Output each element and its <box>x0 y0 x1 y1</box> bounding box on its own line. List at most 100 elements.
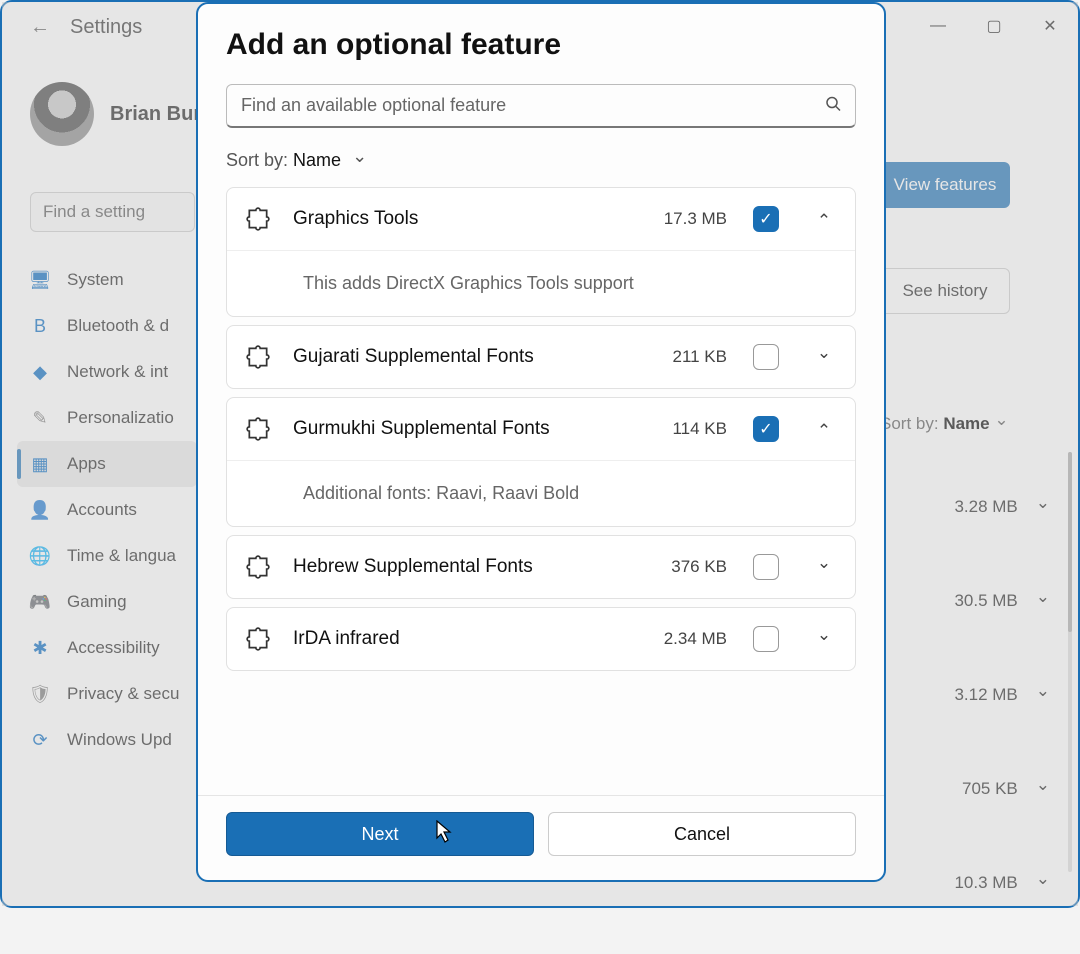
chevron-down-icon <box>1036 497 1050 517</box>
feature-size: 211 KB <box>672 347 727 367</box>
feature-checkbox[interactable] <box>753 554 779 580</box>
feature-description: Additional fonts: Raavi, Raavi Bold <box>227 460 855 526</box>
avatar[interactable] <box>30 82 94 146</box>
find-setting-placeholder: Find a setting <box>43 202 145 222</box>
sidebar-icon: ✱ <box>29 637 51 659</box>
window-controls: — ▢ ✕ <box>910 2 1078 50</box>
chevron-down-icon[interactable] <box>811 557 837 577</box>
cancel-button[interactable]: Cancel <box>548 812 856 856</box>
sidebar-icon: 🖥 <box>29 269 51 291</box>
feature-size: 3.12 MB <box>954 685 1017 705</box>
sidebar-icon: 👤 <box>29 499 51 521</box>
sidebar-icon: 🎮 <box>29 591 51 613</box>
sidebar-item[interactable]: ✎ Personalizatio <box>17 395 197 441</box>
chevron-down-icon <box>1036 779 1050 799</box>
sidebar-item-label: Windows Upd <box>67 730 172 750</box>
content-panel: View features See history Sort by: Name … <box>880 162 1050 954</box>
feature-checkbox[interactable]: ✓ <box>753 206 779 232</box>
chevron-down-icon <box>352 150 367 170</box>
sidebar-item[interactable]: 🎮 Gaming <box>17 579 197 625</box>
sidebar-item-label: Gaming <box>67 592 127 612</box>
feature-name: Hebrew Supplemental Fonts <box>293 556 649 578</box>
feature-size: 3.28 MB <box>954 497 1017 517</box>
search-icon <box>825 95 841 116</box>
installed-feature-row[interactable]: 705 KB <box>880 766 1050 812</box>
sidebar-item-label: Accounts <box>67 500 137 520</box>
puzzle-icon <box>245 626 271 652</box>
feature-row[interactable]: IrDA infrared 2.34 MB <box>227 608 855 670</box>
sidebar-item-label: Time & langua <box>67 546 176 566</box>
search-placeholder: Find an available optional feature <box>241 95 506 116</box>
sidebar-icon: 🛡 <box>29 683 51 705</box>
installed-feature-row[interactable]: 3.12 MB <box>880 672 1050 718</box>
installed-feature-row[interactable]: 3.28 MB <box>880 484 1050 530</box>
sidebar-item-label: Privacy & secu <box>67 684 179 704</box>
sidebar-item[interactable]: 🛡 Privacy & secu <box>17 671 197 717</box>
add-optional-feature-dialog: Add an optional feature Find an availabl… <box>196 2 886 882</box>
sidebar-item[interactable]: ◆Network & int <box>17 349 197 395</box>
sidebar-icon: B <box>29 315 51 337</box>
feature-card: IrDA infrared 2.34 MB <box>226 607 856 671</box>
minimize-button[interactable]: — <box>910 2 966 50</box>
feature-checkbox[interactable]: ✓ <box>753 416 779 442</box>
feature-size: 2.34 MB <box>664 629 727 649</box>
sort-control[interactable]: Sort by: Name <box>880 414 1050 434</box>
sidebar-item[interactable]: ⟳ Windows Upd <box>17 717 197 763</box>
find-setting-input[interactable]: Find a setting <box>30 192 195 232</box>
window-title: Settings <box>70 16 142 39</box>
feature-checkbox[interactable] <box>753 626 779 652</box>
puzzle-icon <box>245 344 271 370</box>
search-input[interactable]: Find an available optional feature <box>226 84 856 128</box>
feature-card: Gurmukhi Supplemental Fonts 114 KB ✓ Add… <box>226 397 856 527</box>
feature-size: 17.3 MB <box>664 209 727 229</box>
chevron-down-icon <box>1036 685 1050 705</box>
puzzle-icon <box>245 206 271 232</box>
chevron-down-icon[interactable] <box>811 629 837 649</box>
sidebar-item[interactable]: ✱ Accessibility <box>17 625 197 671</box>
chevron-up-icon[interactable] <box>811 209 837 229</box>
sidebar-icon: ◆ <box>29 361 51 383</box>
sidebar-item-label: System <box>67 270 124 290</box>
installed-feature-row[interactable]: 30.5 MB <box>880 578 1050 624</box>
scrollbar[interactable] <box>1068 452 1072 872</box>
feature-size: 30.5 MB <box>954 591 1017 611</box>
sidebar-item-label: Accessibility <box>67 638 160 658</box>
chevron-up-icon[interactable] <box>811 419 837 439</box>
puzzle-icon <box>245 554 271 580</box>
next-button[interactable]: Next <box>226 812 534 856</box>
see-history-button[interactable]: See history <box>880 268 1010 314</box>
sort-control[interactable]: Sort by: Name <box>226 150 856 171</box>
user-name: Brian Bur <box>110 103 201 126</box>
maximize-button[interactable]: ▢ <box>966 2 1022 50</box>
feature-name: IrDA infrared <box>293 628 642 650</box>
sidebar-item-label: Personalizatio <box>67 408 174 428</box>
installed-feature-row[interactable]: 10.3 MB <box>880 860 1050 906</box>
sidebar-item-label: Bluetooth & d <box>67 316 169 336</box>
chevron-down-icon[interactable] <box>811 347 837 367</box>
view-features-button[interactable]: View features <box>880 162 1010 208</box>
puzzle-icon <box>245 416 271 442</box>
feature-size: 10.3 MB <box>954 873 1017 893</box>
feature-list: Graphics Tools 17.3 MB ✓ This adds Direc… <box>226 187 856 795</box>
chevron-down-icon <box>1036 873 1050 893</box>
feature-row[interactable]: Graphics Tools 17.3 MB ✓ <box>227 188 855 250</box>
sidebar-icon: ⟳ <box>29 729 51 751</box>
close-button[interactable]: ✕ <box>1022 2 1078 50</box>
sidebar-item[interactable]: 🌐Time & langua <box>17 533 197 579</box>
feature-card: Graphics Tools 17.3 MB ✓ This adds Direc… <box>226 187 856 317</box>
sidebar-icon: ✎ <box>29 407 51 429</box>
feature-row[interactable]: Gujarati Supplemental Fonts 211 KB <box>227 326 855 388</box>
feature-card: Gujarati Supplemental Fonts 211 KB <box>226 325 856 389</box>
sidebar-item[interactable]: 🖥 System <box>17 257 197 303</box>
feature-name: Gujarati Supplemental Fonts <box>293 346 650 368</box>
sidebar-item[interactable]: 👤 Accounts <box>17 487 197 533</box>
feature-checkbox[interactable] <box>753 344 779 370</box>
feature-name: Gurmukhi Supplemental Fonts <box>293 418 650 440</box>
back-button[interactable]: ← <box>30 16 50 39</box>
feature-size: 376 KB <box>671 557 727 577</box>
sidebar-item[interactable]: ▦Apps <box>17 441 197 487</box>
chevron-down-icon <box>1036 591 1050 611</box>
sidebar-item[interactable]: B Bluetooth & d <box>17 303 197 349</box>
feature-row[interactable]: Hebrew Supplemental Fonts 376 KB <box>227 536 855 598</box>
feature-row[interactable]: Gurmukhi Supplemental Fonts 114 KB ✓ <box>227 398 855 460</box>
